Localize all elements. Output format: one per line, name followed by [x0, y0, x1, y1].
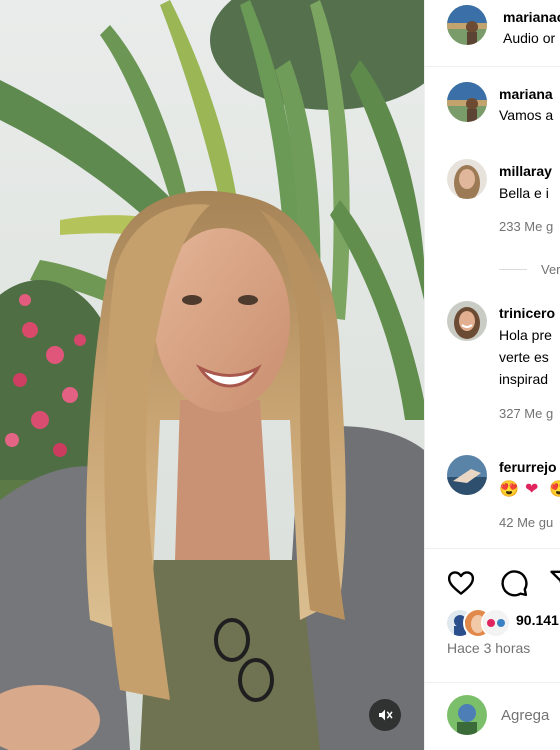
- avatar-image: [447, 455, 487, 495]
- share-button[interactable]: [549, 568, 560, 598]
- header-divider: [425, 66, 560, 67]
- comment-avatar[interactable]: [447, 301, 487, 341]
- comment-text-line: Hola pre: [499, 327, 552, 343]
- actions-divider: [425, 548, 560, 549]
- author-username[interactable]: marianao: [503, 9, 560, 25]
- post-timestamp[interactable]: Hace 3 horas: [447, 640, 530, 656]
- avatar-image: [447, 82, 487, 122]
- heart-icon: [447, 571, 475, 595]
- audio-subtitle[interactable]: Audio or: [503, 28, 555, 49]
- red-heart-emoji: ❤: [525, 481, 539, 498]
- add-comment-input[interactable]: [501, 703, 560, 727]
- post-photo: [0, 0, 424, 750]
- comment-likes[interactable]: 42 Me gu: [499, 515, 553, 530]
- comment-likes[interactable]: 327 Me g: [499, 406, 553, 421]
- comment-button[interactable]: [499, 568, 529, 598]
- caption-text: Vamos a: [499, 107, 554, 123]
- comment-username[interactable]: trinicero: [499, 305, 555, 321]
- post-media[interactable]: [0, 0, 424, 750]
- mute-icon: [379, 709, 393, 721]
- heart-eyes-emoji: 😍: [549, 479, 560, 499]
- caption-avatar[interactable]: [447, 82, 487, 122]
- comment-text-line: inspirad: [499, 371, 549, 387]
- comment-likes[interactable]: 233 Me g: [499, 219, 553, 234]
- replies-divider: [499, 269, 527, 270]
- comment-icon: [501, 570, 528, 597]
- view-replies-link[interactable]: Ver: [541, 262, 560, 277]
- heart-eyes-emoji: 😍: [499, 481, 519, 498]
- comment-text: Bella e i: [499, 185, 549, 201]
- liker-avatar: [481, 608, 511, 638]
- comment-username[interactable]: millaray: [499, 163, 552, 179]
- author-avatar[interactable]: [447, 5, 487, 45]
- comment-avatar[interactable]: [447, 455, 487, 495]
- like-button[interactable]: [446, 568, 476, 598]
- comment-emoji-line: 😍 ❤ 😍: [499, 479, 560, 501]
- avatar-image: [447, 695, 487, 735]
- liked-by-avatars[interactable]: [445, 608, 519, 638]
- comment-username[interactable]: ferurrejo: [499, 459, 557, 475]
- likes-count[interactable]: 90.141: [516, 612, 559, 628]
- avatar-image: [483, 610, 509, 636]
- post-side-panel: marianao Audio or mariana Vamos a millar…: [424, 0, 560, 750]
- share-icon: [550, 570, 560, 584]
- caption-username[interactable]: mariana: [499, 86, 553, 102]
- comment-avatar[interactable]: [447, 159, 487, 199]
- comment-text-line: verte es: [499, 349, 549, 365]
- avatar-image: [447, 5, 487, 45]
- mute-button[interactable]: [369, 699, 401, 731]
- avatar-image: [447, 301, 487, 341]
- comment-box-divider: [425, 682, 560, 683]
- viewer-avatar: [447, 695, 487, 735]
- avatar-image: [447, 159, 487, 199]
